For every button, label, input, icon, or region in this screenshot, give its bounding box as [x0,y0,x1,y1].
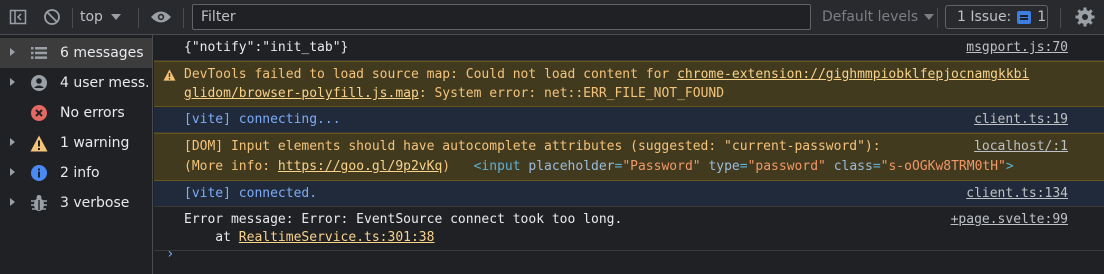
attr-value: "password" [747,159,826,174]
eye-icon [151,11,171,23]
list-icon [30,44,48,62]
expand-arrow-icon[interactable] [10,198,15,206]
console-dom-warning: [DOM] Input elements should have autocom… [154,133,1104,181]
sidebar-toggle-icon [9,9,27,25]
message-source-link[interactable]: +page.svelte:99 [951,212,1068,227]
attr-name: class [833,159,873,174]
warning-icon [163,69,176,81]
gear-icon [1075,7,1095,27]
dropdown-arrow-icon [110,14,121,20]
toolbar-divider [183,8,184,28]
user-icon [30,74,48,92]
message-text: ) [442,159,451,174]
sidebar-item-messages[interactable]: 6 messages [0,38,152,68]
console-warning-message: DevTools failed to load source map: Coul… [154,61,1104,107]
source-map-link-continued[interactable]: glidom/browser-polyfill.js.map [184,86,419,101]
dropdown-arrow-icon [924,14,935,20]
error-icon [30,104,48,122]
info-icon [30,164,48,182]
message-text: : System error: net::ERR_FILE_NOT_FOUND [418,86,725,101]
sidebar-item-info[interactable]: 2 info [0,158,152,188]
sidebar-item-label: 2 info [60,165,100,181]
sidebar-item-label: 3 verbose [60,195,130,211]
toolbar-divider [1060,8,1061,28]
sidebar-item-label: 6 messages [60,45,144,61]
sidebar-item-user-messages[interactable]: 4 user mess... [0,68,152,98]
expand-arrow-icon[interactable] [10,78,15,86]
attr-value: "s-oOGKw8TRM0tH" [880,159,1006,174]
sidebar-item-label: 1 warning [60,135,130,151]
message-text: {"notify":"init_tab"} [184,40,349,55]
attr-name: placeholder [528,159,615,174]
element-tag-close: > [1005,159,1014,174]
sidebar-toggle-button[interactable] [6,0,30,34]
sidebar-item-label: No errors [60,105,125,121]
sidebar-item-label: 4 user mess... [60,75,148,91]
filter-input[interactable]: Filter [192,4,811,30]
console-message: Error message: Error: EventSource connec… [154,207,1104,251]
log-levels-label: Default levels [822,9,919,25]
message-line: DevTools failed to load source map: Coul… [184,67,1029,82]
issues-count: 1 [1037,9,1047,25]
expand-arrow-icon[interactable] [10,48,15,56]
issues-button[interactable]: 1 Issue: 1 [945,5,1048,29]
message-source-link[interactable]: client.ts:134 [966,186,1068,201]
console-message: {"notify":"init_tab"} msgport.js:70 [154,35,1104,61]
message-source-link[interactable]: msgport.js:70 [966,40,1068,55]
message-text: [vite] connecting... [184,112,341,127]
toolbar-divider [937,8,938,28]
message-source-link[interactable]: client.ts:19 [974,112,1068,127]
attr-value: "Password" [622,159,701,174]
toolbar-divider [138,8,139,28]
context-selector[interactable]: top [80,0,121,34]
sidebar-item-errors[interactable]: No errors [0,98,152,128]
more-info-link[interactable]: https://goo.gl/9p2vKq [278,159,442,174]
message-text: [vite] connected. [184,186,318,201]
console-sidebar: 6 messages 4 user mess... No errors 1 wa… [0,35,153,274]
clear-console-button[interactable] [40,0,64,34]
console-prompt-icon[interactable]: › [166,246,174,262]
warning-icon [30,134,48,152]
issue-message-icon [1017,10,1032,24]
message-line: (More info: https://goo.gl/9p2vKq) <inpu… [184,159,1014,174]
console-toolbar: top Filter Default levels 1 Issue: 1 [0,0,1104,35]
element-tag: <input [473,159,521,174]
stack-prefix: at [184,230,239,245]
sidebar-item-verbose[interactable]: 3 verbose [0,188,152,218]
context-label: top [80,9,103,25]
expand-arrow-icon[interactable] [10,138,15,146]
console-message: [vite] connecting... client.ts:19 [154,107,1104,133]
message-text: [DOM] Input elements should have autocom… [184,139,881,154]
dom-element-reference[interactable]: <input placeholder="Password" type="pass… [474,159,1014,174]
message-text: (More info: [184,159,278,174]
stack-trace-link[interactable]: RealtimeService.ts:301:38 [239,230,435,245]
message-source-link[interactable]: localhost/:1 [974,139,1068,154]
message-text: Error message: Error: EventSource connec… [184,212,623,227]
live-expression-button[interactable] [148,0,174,34]
stack-trace-line: at RealtimeService.ts:301:38 [184,230,434,245]
toolbar-divider [72,8,73,28]
console-message: [vite] connected. client.ts:134 [154,181,1104,207]
expand-arrow-icon[interactable] [10,168,15,176]
source-map-link[interactable]: chrome-extension://gighmmpiobklfepjocnam… [677,67,1029,82]
console-settings-button[interactable] [1072,0,1098,34]
bug-icon [30,194,48,212]
attr-name: type [708,159,740,174]
issues-label: 1 Issue: [957,9,1012,25]
console-messages: {"notify":"init_tab"} msgport.js:70 DevT… [154,35,1104,274]
log-levels-dropdown[interactable]: Default levels [822,0,935,34]
sidebar-item-warnings[interactable]: 1 warning [0,128,152,158]
message-line: glidom/browser-polyfill.js.map: System e… [184,86,724,101]
block-icon [44,9,60,25]
message-text: DevTools failed to load source map: Coul… [184,67,678,82]
